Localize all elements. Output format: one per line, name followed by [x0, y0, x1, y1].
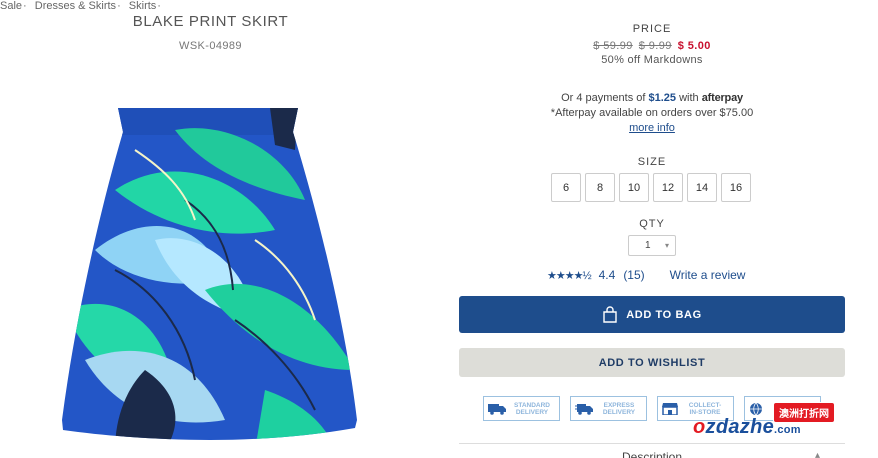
price-block: PRICE $ 59.99 $ 9.99 $ 5.00 50% off Markdo… [459, 23, 845, 66]
write-review-link[interactable]: Write a review [670, 268, 746, 282]
size-selector: 6 8 10 12 14 16 [551, 173, 751, 202]
price-heading: PRICE [632, 23, 672, 35]
size-option-10[interactable]: 10 [619, 173, 649, 202]
express-delivery-badge[interactable]: EXPRESS DELIVERY [570, 396, 647, 421]
delivery-line1: STANDARD [514, 401, 550, 409]
afterpay-with: with [679, 92, 699, 104]
size-option-14[interactable]: 14 [687, 173, 717, 202]
breadcrumb-separator: · [117, 0, 121, 12]
qty-label: QTY [639, 218, 665, 230]
breadcrumb: Sale· Dresses & Skirts· Skirts· [0, 0, 166, 12]
size-label: SIZE [637, 156, 667, 168]
delivery-line2: DELIVERY [602, 408, 636, 416]
size-option-8[interactable]: 8 [585, 173, 615, 202]
size-option-12[interactable]: 12 [653, 173, 683, 202]
breadcrumb-item-dresses-skirts[interactable]: Dresses & Skirts [35, 0, 116, 12]
rating: ★★★★½ 4.4 (15) Write a review [547, 268, 745, 282]
rating-score: 4.4 [598, 268, 616, 282]
breadcrumb-item-sale[interactable]: Sale [0, 0, 22, 12]
size-option-6[interactable]: 6 [551, 173, 581, 202]
review-count[interactable]: (15) [623, 268, 644, 282]
shopping-bag-icon [603, 306, 617, 323]
chevron-up-icon[interactable]: ▴ [815, 450, 820, 458]
breadcrumb-separator: · [23, 0, 27, 12]
watermark-text: ozdazhe.com [693, 416, 801, 439]
truck-icon [488, 403, 506, 415]
afterpay-prefix: Or 4 payments of [561, 92, 646, 104]
product-image[interactable] [55, 90, 365, 458]
store-icon [662, 403, 678, 415]
delivery-line2: DELIVERY [515, 408, 549, 416]
more-info-link[interactable]: more info [629, 122, 675, 134]
afterpay-info: Or 4 payments of $1.25 with afterpay *Af… [459, 91, 845, 136]
delivery-line1: EXPRESS [603, 401, 635, 409]
product-sku: WSK-04989 [179, 40, 242, 52]
afterpay-note: *Afterpay available on orders over $75.0… [550, 107, 754, 119]
fast-truck-icon [575, 403, 593, 415]
chevron-down-icon: ▾ [664, 241, 669, 250]
qty-value: 1 [645, 240, 651, 251]
breadcrumb-separator: · [157, 0, 161, 12]
watermark-o: o [693, 416, 706, 438]
afterpay-amount: $1.25 [648, 92, 677, 104]
add-to-bag-button[interactable]: ADD TO BAG [459, 296, 845, 333]
breadcrumb-item-skirts[interactable]: Skirts [129, 0, 157, 12]
price-line: $ 59.99 $ 9.99 $ 5.00 [459, 40, 845, 52]
original-price: $ 59.99 [593, 40, 633, 52]
qty-select[interactable]: 1 ▾ [628, 235, 676, 256]
add-to-wishlist-button[interactable]: ADD TO WISHLIST [459, 348, 845, 377]
standard-delivery-badge[interactable]: STANDARD DELIVERY [483, 396, 560, 421]
watermark-logo: 澳洲打折网 ozdazhe.com [693, 400, 853, 450]
watermark-domain: .com [774, 424, 801, 436]
product-title: BLAKE PRINT SKIRT [132, 13, 289, 30]
add-to-bag-label: ADD TO BAG [626, 308, 702, 321]
size-option-16[interactable]: 16 [721, 173, 751, 202]
afterpay-logo: afterpay [701, 92, 743, 104]
watermark-main: zdazhe [705, 416, 775, 438]
markdown-label: 50% off Markdowns [601, 54, 703, 66]
current-price: $ 5.00 [677, 40, 711, 52]
description-toggle[interactable]: Description [459, 450, 845, 458]
previous-price: $ 9.99 [638, 40, 672, 52]
star-rating-icon: ★★★★½ [547, 269, 592, 282]
